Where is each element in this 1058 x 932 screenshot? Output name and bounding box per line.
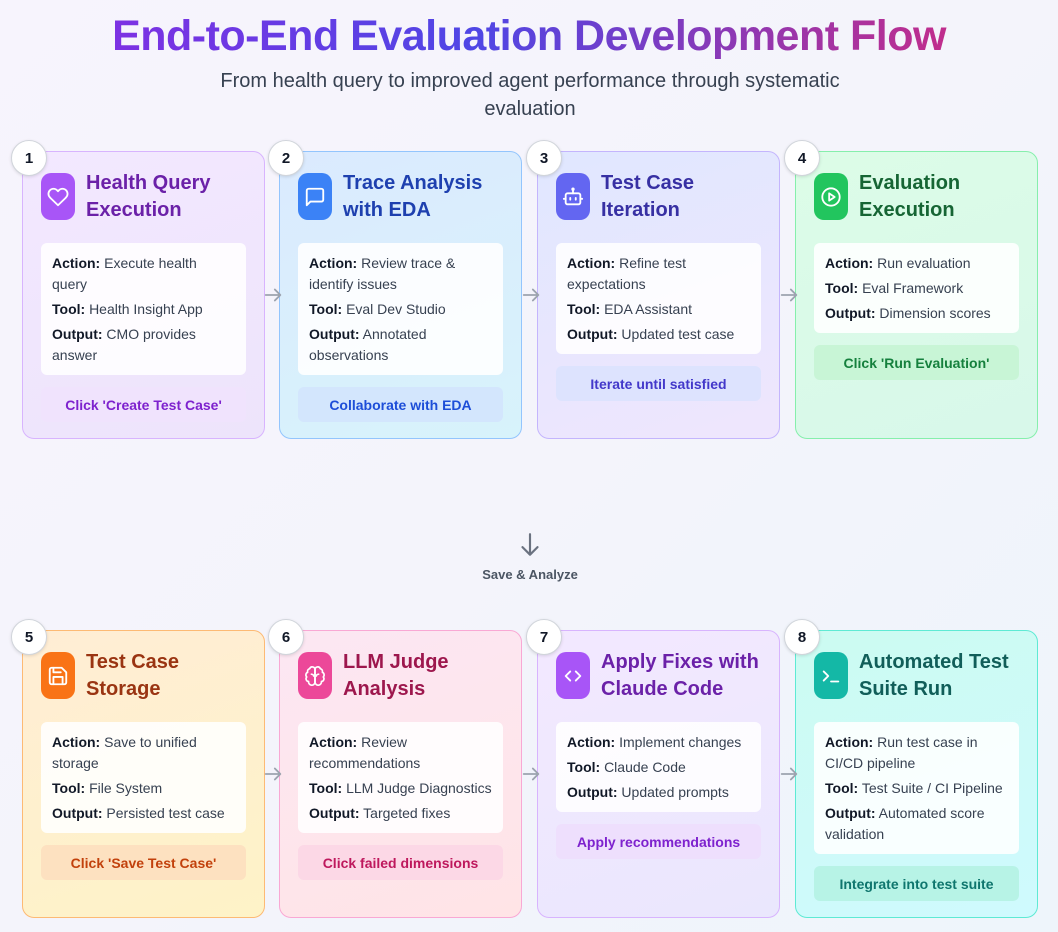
arrow-right-icon: [778, 763, 800, 785]
step-card-3: Test Case Iteration Action: Refine test …: [537, 151, 780, 439]
output-label: Output:: [567, 326, 618, 342]
step-tool: Test Suite / CI Pipeline: [861, 780, 1003, 796]
step-card-8: Automated Test Suite Run Action: Run tes…: [795, 630, 1038, 918]
apply-recommendations-button[interactable]: Apply recommendations: [556, 824, 761, 859]
action-label: Action:: [825, 734, 874, 750]
step-details: Action: Save to unified storage Tool: Fi…: [41, 722, 246, 833]
tool-label: Tool:: [567, 301, 601, 317]
step-number-badge: 7: [526, 619, 562, 655]
step-number-badge: 1: [11, 140, 47, 176]
step-tool: LLM Judge Diagnostics: [346, 780, 492, 796]
output-label: Output:: [825, 305, 876, 321]
step-title: Evaluation Execution: [859, 172, 961, 221]
integrate-test-suite-button[interactable]: Integrate into test suite: [814, 866, 1019, 901]
step-tool: Claude Code: [604, 759, 686, 775]
tool-label: Tool:: [309, 780, 343, 796]
step-card-5: Test Case Storage Action: Save to unifie…: [22, 630, 265, 918]
step-output: Updated test case: [621, 326, 735, 342]
robot-icon: [556, 173, 590, 220]
failed-dimensions-button[interactable]: Click failed dimensions: [298, 845, 503, 880]
step-number-badge: 5: [11, 619, 47, 655]
step-details: Action: Implement changes Tool: Claude C…: [556, 722, 761, 812]
tool-label: Tool:: [825, 780, 859, 796]
page-subtitle: From health query to improved agent perf…: [220, 70, 840, 120]
tool-label: Tool:: [52, 780, 86, 796]
tool-label: Tool:: [52, 301, 86, 317]
step-details: Action: Review trace & identify issues T…: [298, 243, 503, 375]
step-action: Implement changes: [619, 734, 742, 750]
save-icon: [41, 652, 75, 699]
run-evaluation-button[interactable]: Click 'Run Evaluation': [814, 345, 1019, 380]
output-label: Output:: [309, 805, 360, 821]
play-circle-icon: [814, 173, 848, 220]
action-label: Action:: [309, 255, 358, 271]
step-details: Action: Run evaluation Tool: Eval Framew…: [814, 243, 1019, 333]
step-number-badge: 6: [268, 619, 304, 655]
arrow-right-icon: [520, 284, 542, 306]
arrow-right-icon: [262, 763, 284, 785]
step-details: Action: Refine test expectations Tool: E…: [556, 243, 761, 354]
create-test-case-button[interactable]: Click 'Create Test Case': [41, 387, 246, 422]
output-label: Output:: [567, 784, 618, 800]
step-title: Trace Analysis with EDA: [343, 172, 483, 221]
brain-icon: [298, 652, 332, 699]
heart-icon: [41, 173, 75, 220]
step-details: Action: Review recommendations Tool: LLM…: [298, 722, 503, 833]
action-label: Action:: [309, 734, 358, 750]
save-test-case-button[interactable]: Click 'Save Test Case': [41, 845, 246, 880]
arrow-right-icon: [778, 284, 800, 306]
step-output: Updated prompts: [621, 784, 729, 800]
step-number-badge: 3: [526, 140, 562, 176]
output-label: Output:: [825, 805, 876, 821]
step-card-1: Health Query Execution Action: Execute h…: [22, 151, 265, 439]
action-label: Action:: [52, 255, 101, 271]
step-tool: Eval Framework: [862, 280, 964, 296]
step-card-2: Trace Analysis with EDA Action: Review t…: [279, 151, 522, 439]
step-action: Run evaluation: [877, 255, 971, 271]
code-icon: [556, 652, 590, 699]
chat-bubble-icon: [298, 173, 332, 220]
output-label: Output:: [52, 326, 103, 342]
step-tool: Health Insight App: [89, 301, 203, 317]
action-label: Action:: [567, 255, 616, 271]
step-title: Test Case Iteration: [601, 172, 695, 221]
output-label: Output:: [309, 326, 360, 342]
flow-label: Save & Analyze: [482, 567, 578, 582]
arrow-right-icon: [520, 763, 542, 785]
step-output: Dimension scores: [879, 305, 991, 321]
arrow-down-icon: [517, 531, 543, 559]
step-title: Automated Test Suite Run: [859, 651, 1009, 700]
step-details: Action: Run test case in CI/CD pipeline …: [814, 722, 1019, 854]
step-tool: EDA Assistant: [604, 301, 692, 317]
tool-label: Tool:: [309, 301, 343, 317]
step-card-4: Evaluation Execution Action: Run evaluat…: [795, 151, 1038, 439]
step-number-badge: 4: [784, 140, 820, 176]
step-number-badge: 2: [268, 140, 304, 176]
tool-label: Tool:: [825, 280, 859, 296]
action-label: Action:: [567, 734, 616, 750]
step-title: Health Query Execution: [86, 172, 211, 221]
terminal-icon: [814, 652, 848, 699]
step-card-7: Apply Fixes with Claude Code Action: Imp…: [537, 630, 780, 918]
step-output: Targeted fixes: [363, 805, 451, 821]
step-title: LLM Judge Analysis: [343, 651, 449, 700]
step-title: Apply Fixes with Claude Code: [601, 651, 759, 700]
arrow-right-icon: [262, 284, 284, 306]
page-title: End-to-End Evaluation Development Flow: [0, 10, 1058, 62]
action-label: Action:: [52, 734, 101, 750]
action-label: Action:: [825, 255, 874, 271]
iterate-button[interactable]: Iterate until satisfied: [556, 366, 761, 401]
output-label: Output:: [52, 805, 103, 821]
tool-label: Tool:: [567, 759, 601, 775]
step-output: Persisted test case: [106, 805, 225, 821]
collaborate-with-eda-button[interactable]: Collaborate with EDA: [298, 387, 503, 422]
step-tool: Eval Dev Studio: [346, 301, 446, 317]
step-tool: File System: [89, 780, 163, 796]
step-card-6: LLM Judge Analysis Action: Review recomm…: [279, 630, 522, 918]
step-number-badge: 8: [784, 619, 820, 655]
step-details: Action: Execute health query Tool: Healt…: [41, 243, 246, 375]
step-title: Test Case Storage: [86, 651, 180, 700]
